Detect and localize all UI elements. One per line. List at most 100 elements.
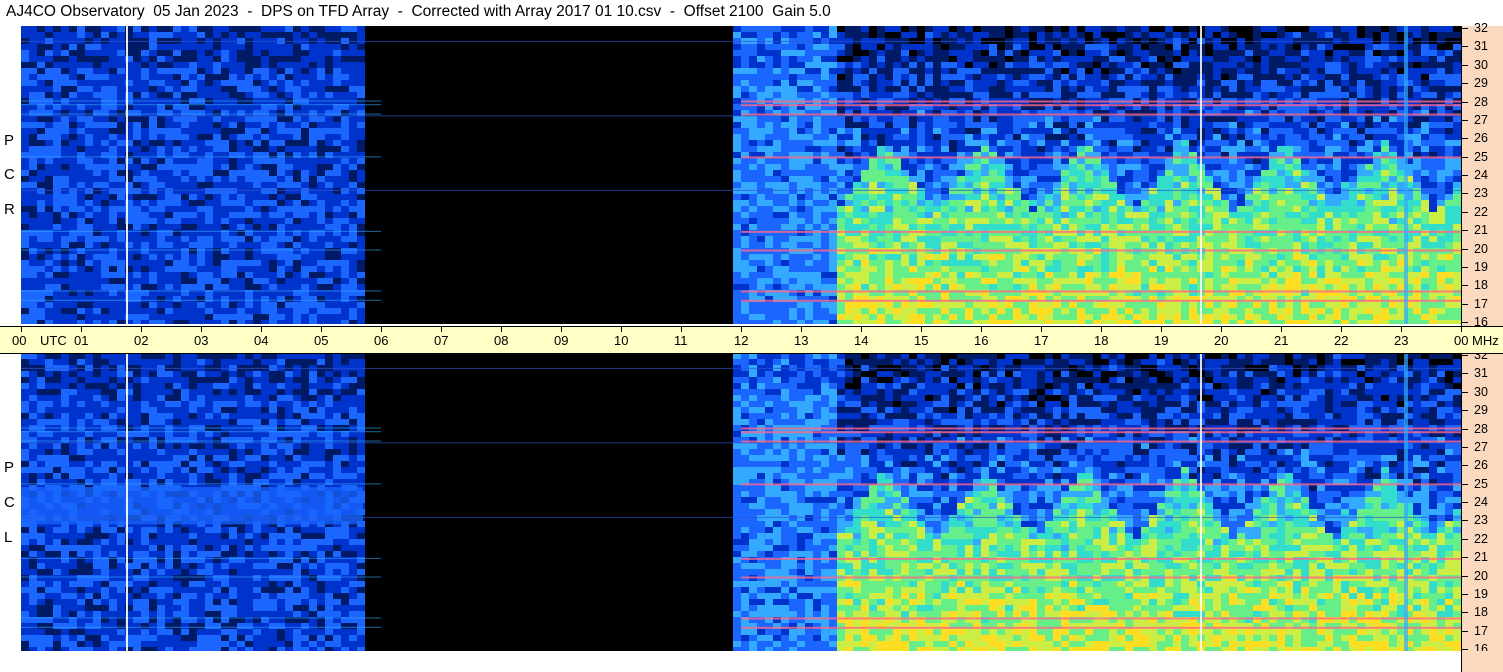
spectrogram-cell (181, 266, 189, 272)
spectrogram-cell (157, 260, 165, 266)
spectrogram-cell (805, 188, 813, 194)
spectrogram-cell (181, 188, 189, 194)
spectrogram-cell (557, 224, 565, 230)
spectrogram-cell (61, 44, 69, 50)
spectrogram-cell (733, 278, 741, 284)
spectrogram-cell (413, 128, 421, 134)
spectrogram-cell (685, 242, 693, 248)
spectrogram-cell (637, 176, 645, 182)
spectrogram-cell (605, 74, 613, 80)
spectrogram-cell (245, 302, 253, 308)
spectrogram-cell (525, 278, 533, 284)
spectrogram-cell (693, 182, 701, 188)
spectrogram-cell (717, 194, 725, 200)
spectrogram-cell (365, 62, 373, 68)
spectrogram-cell (101, 146, 109, 152)
spectrogram-cell (229, 158, 237, 164)
spectrogram-cell (397, 32, 405, 38)
spectrogram-cell (181, 224, 189, 230)
spectrogram-cell (597, 284, 605, 290)
spectrogram-cell (533, 314, 541, 320)
spectrogram-cell (397, 128, 405, 134)
spectrogram-cell (357, 26, 365, 32)
spectrogram-cell (677, 212, 685, 218)
spectrogram-cell (709, 32, 717, 38)
spectrogram-cell (165, 26, 173, 32)
spectrogram-cell (453, 146, 461, 152)
spectrogram-cell (301, 56, 309, 62)
spectrogram-cell (685, 128, 693, 134)
spectrogram-cell (485, 314, 493, 320)
spectrogram-cell (437, 206, 445, 212)
spectrogram-cell (133, 116, 141, 122)
spectrogram-cell (365, 272, 373, 278)
spectrogram-cell (349, 194, 357, 200)
spectrogram-cell (141, 56, 149, 62)
spectrogram-cell (349, 212, 357, 218)
spectrogram-cell (573, 140, 581, 146)
spectrogram-cell (621, 242, 629, 248)
spectrogram-cell (229, 236, 237, 242)
spectrogram-cell (589, 74, 597, 80)
spectrogram-cell (461, 188, 469, 194)
spectrogram-cell (629, 158, 637, 164)
spectrogram-cell (69, 26, 77, 32)
spectrogram-cell (637, 92, 645, 98)
spectrogram-cell (445, 80, 453, 86)
spectrogram-cell (213, 206, 221, 212)
spectrogram-cell (757, 86, 765, 92)
spectrogram-cell (189, 50, 197, 56)
spectrogram-cell (797, 236, 805, 242)
spectrogram-cell (301, 188, 309, 194)
spectrogram-cell (637, 140, 645, 146)
spectrogram-cell (133, 182, 141, 188)
spectrogram-cell (61, 56, 69, 62)
spectrogram-cell (253, 308, 261, 314)
spectrogram-cell (493, 164, 501, 170)
spectrogram-cell (733, 44, 741, 50)
spectrogram-cell (221, 212, 229, 218)
spectrogram-cell (445, 314, 453, 320)
spectrogram-cell (245, 62, 253, 68)
spectrogram-cell (189, 80, 197, 86)
spectrogram-cell (85, 116, 93, 122)
spectrogram-cell (29, 308, 37, 314)
spectrogram-cell (21, 122, 29, 128)
spectrogram-cell (717, 320, 725, 324)
spectrogram-cell (677, 68, 685, 74)
spectrogram-cell (61, 74, 69, 80)
spectrogram-cell (77, 56, 85, 62)
spectrogram-cell (381, 44, 389, 50)
spectrogram-cell (317, 122, 325, 128)
spectrogram-cell (469, 224, 477, 230)
spectrogram-cell (789, 206, 797, 212)
spectrogram-cell (413, 32, 421, 38)
spectrogram-cell (101, 128, 109, 134)
spectrogram-cell (493, 44, 501, 50)
spectrogram-cell (685, 290, 693, 296)
spectrogram-cell (205, 134, 213, 140)
spectrogram-cell (533, 152, 541, 158)
spectrogram-cell (613, 194, 621, 200)
spectrogram-cell (29, 62, 37, 68)
spectrogram-cell (349, 158, 357, 164)
spectrogram-cell (413, 200, 421, 206)
spectrogram-cell (597, 140, 605, 146)
spectrogram-cell (541, 284, 549, 290)
spectrogram-cell (181, 110, 189, 116)
spectrogram-cell (197, 188, 205, 194)
spectrogram-cell (501, 224, 509, 230)
spectrogram-cell (541, 26, 549, 32)
spectrogram-cell (757, 308, 765, 314)
spectrogram-cell (245, 50, 253, 56)
spectrogram-cell (805, 86, 813, 92)
spectrogram-cell (549, 224, 557, 230)
spectrogram-cell (333, 56, 341, 62)
spectrogram-cell (253, 194, 261, 200)
spectrogram-cell (381, 224, 389, 230)
spectrogram-cell (773, 182, 781, 188)
spectrogram-cell (37, 308, 45, 314)
spectrogram-cell (629, 284, 637, 290)
spectrogram-cell (189, 26, 197, 32)
spectrogram-cell (29, 182, 37, 188)
